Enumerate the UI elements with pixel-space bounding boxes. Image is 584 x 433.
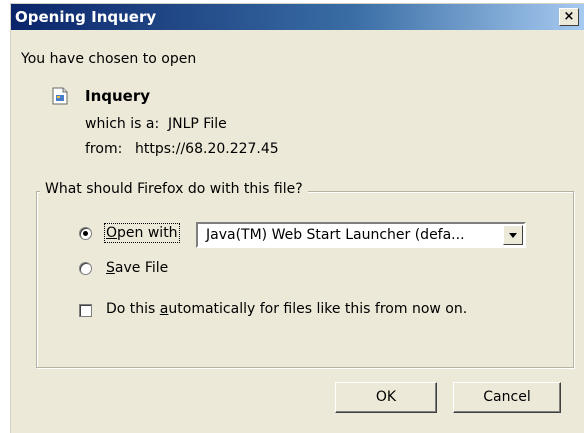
title-bar[interactable]: Opening Inquery ×: [11, 4, 584, 30]
auto-open-label[interactable]: Do this automatically for files like thi…: [106, 301, 467, 317]
intro-text: You have chosen to open: [21, 51, 197, 67]
dialog-window: Opening Inquery × You have chosen to ope…: [10, 3, 584, 433]
save-file-label-post: ave File: [114, 260, 169, 276]
ok-button[interactable]: OK: [335, 382, 437, 413]
auto-open-label-post: utomatically for files like this from no…: [168, 301, 468, 317]
save-file-radio[interactable]: [79, 262, 92, 275]
open-with-radio[interactable]: [79, 227, 92, 240]
open-with-label[interactable]: Open with: [104, 223, 180, 243]
save-file-label[interactable]: Save File: [106, 260, 168, 276]
save-file-accel: S: [106, 260, 115, 276]
file-source-label: from:: [85, 141, 123, 157]
action-group-legend: What should Firefox do with this file?: [40, 181, 308, 197]
cancel-button[interactable]: Cancel: [453, 382, 561, 413]
open-with-accel: O: [106, 225, 118, 241]
radio-selected-dot: [83, 231, 88, 236]
action-groupbox: [36, 191, 574, 368]
dialog-title: Opening Inquery: [15, 8, 157, 26]
file-type-value: JNLP File: [168, 116, 227, 132]
file-name: Inquery: [85, 87, 151, 105]
auto-open-checkbox[interactable]: [79, 304, 92, 317]
file-source-value: https://68.20.227.45: [135, 141, 279, 157]
jnlp-file-icon: [52, 87, 68, 105]
app-select-value: Java(TM) Web Start Launcher (defa...: [206, 227, 465, 243]
chevron-down-icon[interactable]: [503, 225, 523, 245]
app-select[interactable]: Java(TM) Web Start Launcher (defa...: [196, 222, 526, 248]
close-button[interactable]: ×: [559, 8, 579, 26]
file-type-label: which is a:: [85, 116, 160, 132]
open-with-label-post: pen with: [117, 225, 178, 241]
auto-open-label-pre: Do this: [106, 301, 160, 317]
close-icon: ×: [563, 9, 575, 24]
